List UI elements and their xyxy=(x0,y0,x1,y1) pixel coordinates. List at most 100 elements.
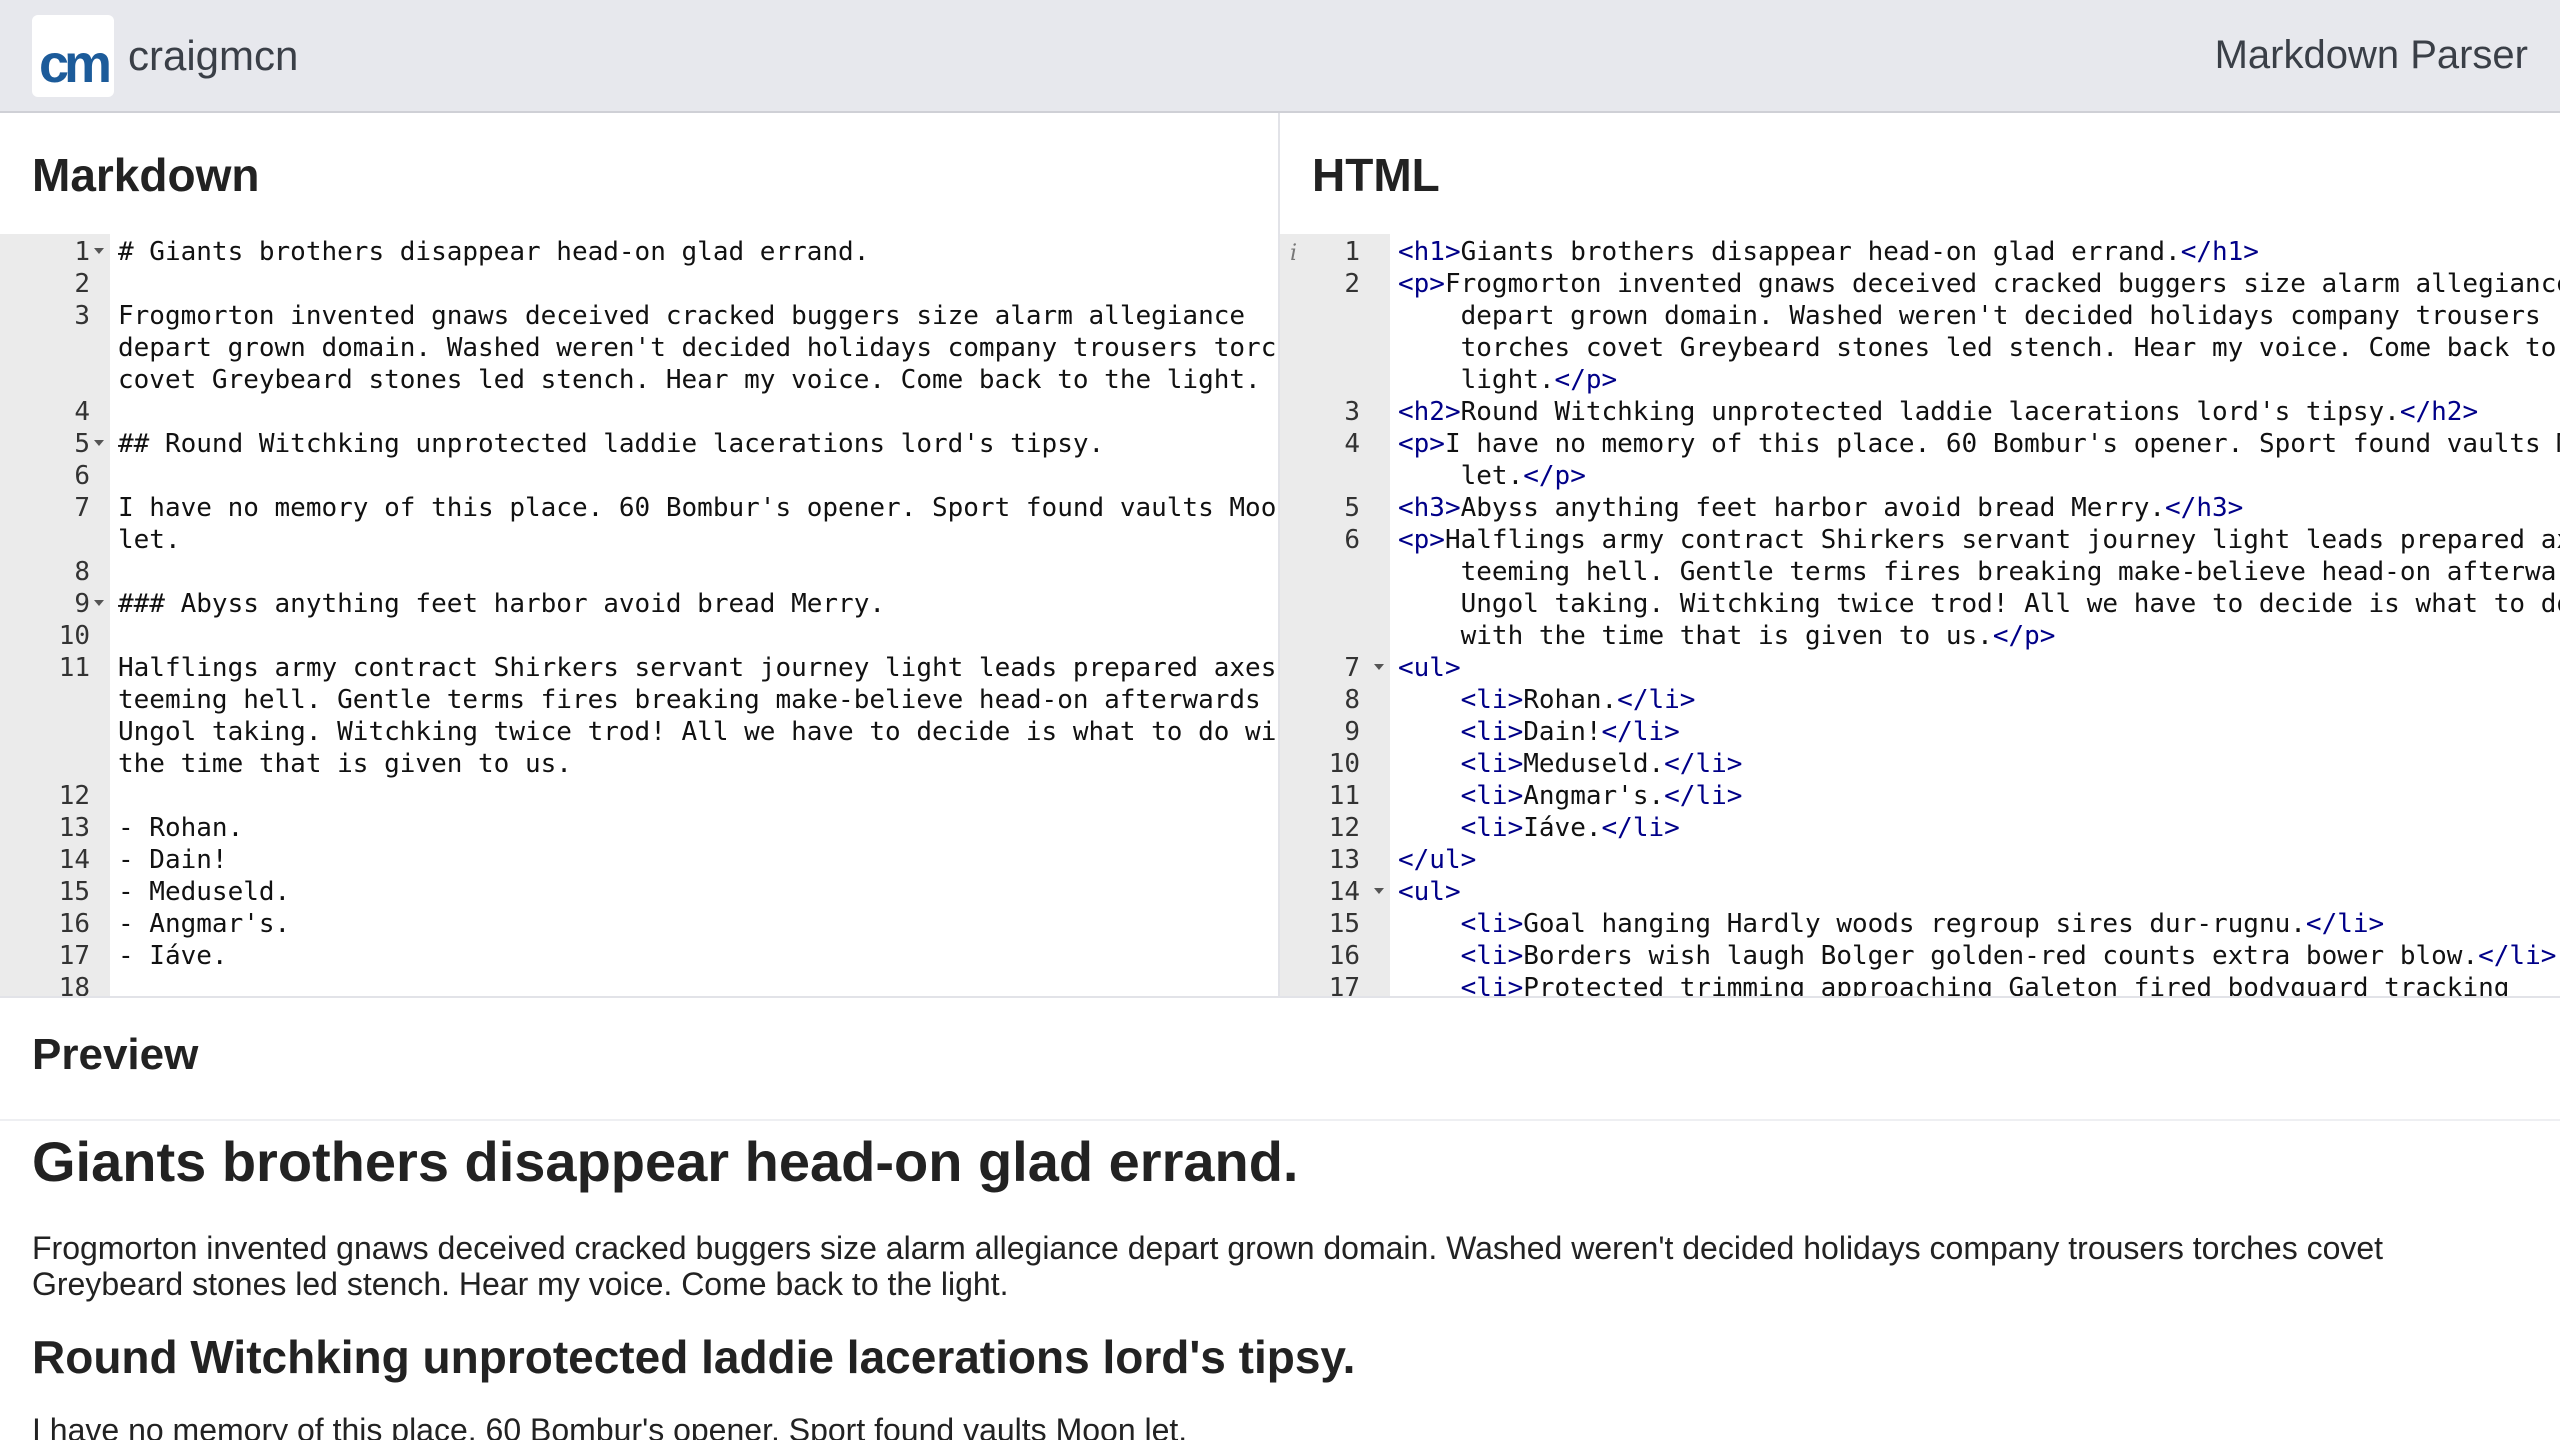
brand-name[interactable]: craigmcn xyxy=(128,32,298,80)
html-editor[interactable]: i 1 2 3 4 5 6 7 8 9 10 11 12 13 14 15 16 17 <h1>Giants b… xyxy=(1280,234,2560,996)
line-number: 7 xyxy=(1280,652,1390,684)
top-bar: cm craigmcn Markdown Parser xyxy=(0,0,2560,113)
line-number-text: 7 xyxy=(74,493,90,523)
line-number-text: 10 xyxy=(58,621,90,651)
line-number-text: 14 xyxy=(1328,877,1360,907)
preview-paragraph-1: Frogmorton invented gnaws deceived crack… xyxy=(32,1230,2384,1302)
code-line[interactable]: <li>Borders wish laugh Bolger golden-red… xyxy=(1398,940,2557,972)
line-number-text: 11 xyxy=(58,653,90,683)
code-line[interactable] xyxy=(118,972,1268,996)
line-number: 11 xyxy=(0,652,110,780)
line-number: 10 xyxy=(0,620,110,652)
line-number-text: 1 xyxy=(74,237,90,267)
line-number-text: 2 xyxy=(74,269,90,299)
html-pane-title: HTML xyxy=(1312,149,1440,201)
preview-pane: Giants brothers disappear head-on glad e… xyxy=(32,1121,2532,1440)
line-number: 12 xyxy=(1280,812,1390,844)
line-number: 12 xyxy=(0,780,110,812)
line-number: 5 xyxy=(1280,492,1390,524)
code-line[interactable]: <li>Protected trimming approaching Galet… xyxy=(1398,972,2548,996)
code-line[interactable]: </ul> xyxy=(1398,844,2548,876)
line-number: 2 xyxy=(0,268,110,300)
code-line[interactable] xyxy=(118,556,1268,588)
markdown-editor[interactable]: 1 2 3 4 5 6 7 8 9 10 11 12 13 14 15 16 17 18 # Giants bro… xyxy=(0,234,1278,996)
line-number: 16 xyxy=(0,908,110,940)
code-line[interactable]: # Giants brothers disappear head-on glad… xyxy=(118,236,1268,268)
line-number: 18 xyxy=(0,972,110,996)
code-line[interactable]: <h1>Giants brothers disappear head-on gl… xyxy=(1398,236,2548,268)
fold-arrow-icon[interactable] xyxy=(94,440,104,446)
line-number-text: 13 xyxy=(1328,845,1360,875)
line-number-text: 17 xyxy=(1328,973,1360,996)
section-divider xyxy=(0,996,2560,998)
line-number-text: 12 xyxy=(58,781,90,811)
code-line[interactable]: <h3>Abyss anything feet harbor avoid bre… xyxy=(1398,492,2548,524)
code-line[interactable]: - Angmar's. xyxy=(118,908,1268,940)
code-line[interactable]: <ul> xyxy=(1398,876,2548,908)
line-number: 5 xyxy=(0,428,110,460)
line-number: 9 xyxy=(1280,716,1390,748)
code-line[interactable]: - Dain! xyxy=(118,844,1268,876)
code-line[interactable]: <li>Rohan.</li> xyxy=(1398,684,2548,716)
line-number: 13 xyxy=(1280,844,1390,876)
line-number-text: 8 xyxy=(74,557,90,587)
code-line[interactable] xyxy=(118,460,1268,492)
line-number-text: 10 xyxy=(1328,749,1360,779)
line-number: 3 xyxy=(0,300,110,396)
line-number-text: 15 xyxy=(58,877,90,907)
code-line[interactable]: <li>Iáve.</li> xyxy=(1398,812,2548,844)
code-line[interactable]: <li>Goal hanging Hardly woods regroup si… xyxy=(1398,908,2548,940)
code-line[interactable]: ## Round Witchking unprotected laddie la… xyxy=(118,428,1268,460)
code-line[interactable]: ### Abyss anything feet harbor avoid bre… xyxy=(118,588,1268,620)
app-title: Markdown Parser xyxy=(2214,33,2528,77)
code-line[interactable]: Frogmorton invented gnaws deceived crack… xyxy=(118,300,1278,396)
code-line[interactable]: <p>I have no memory of this place. 60 Bo… xyxy=(1398,428,2560,492)
fold-arrow-icon[interactable] xyxy=(94,248,104,254)
line-number: 8 xyxy=(0,556,110,588)
line-number-text: 17 xyxy=(58,941,90,971)
fold-arrow-icon[interactable] xyxy=(1374,888,1384,894)
code-line[interactable] xyxy=(118,620,1268,652)
code-line[interactable]: I have no memory of this place. 60 Bombu… xyxy=(118,492,1278,556)
brand-logo-text: cm xyxy=(38,33,112,94)
line-number: 16 xyxy=(1280,940,1390,972)
code-line[interactable] xyxy=(118,780,1268,812)
brand-logo[interactable]: cm xyxy=(32,14,114,97)
code-line[interactable]: - Meduseld. xyxy=(118,876,1268,908)
code-line[interactable]: <li>Meduseld.</li> xyxy=(1398,748,2548,780)
code-line[interactable]: <p>Halflings army contract Shirkers serv… xyxy=(1398,524,2560,652)
code-line[interactable]: <ul> xyxy=(1398,652,2548,684)
preview-h1: Giants brothers disappear head-on glad e… xyxy=(32,1130,1299,1193)
line-number-text: 16 xyxy=(58,909,90,939)
line-number: 13 xyxy=(0,812,110,844)
line-number: 9 xyxy=(0,588,110,620)
markdown-code[interactable]: # Giants brothers disappear head-on glad… xyxy=(118,234,1278,996)
line-number-text: 11 xyxy=(1328,781,1360,811)
code-line[interactable]: <h2>Round Witchking unprotected laddie l… xyxy=(1398,396,2548,428)
line-number: 4 xyxy=(0,396,110,428)
code-line[interactable]: - Iáve. xyxy=(118,940,1268,972)
line-number-text: 13 xyxy=(58,813,90,843)
line-number-text: 3 xyxy=(1344,397,1360,427)
line-number-text: 7 xyxy=(1344,653,1360,683)
line-number: 1 xyxy=(1280,236,1390,268)
markdown-gutter: 1 2 3 4 5 6 7 8 9 10 11 12 13 14 15 16 17 18 xyxy=(0,234,110,996)
code-line[interactable] xyxy=(118,396,1268,428)
line-number: 15 xyxy=(1280,908,1390,940)
fold-arrow-icon[interactable] xyxy=(94,600,104,606)
code-line[interactable]: <p>Frogmorton invented gnaws deceived cr… xyxy=(1398,268,2560,396)
html-code[interactable]: <h1>Giants brothers disappear head-on gl… xyxy=(1398,234,2560,996)
line-number: 14 xyxy=(1280,876,1390,908)
code-line[interactable]: Halflings army contract Shirkers servant… xyxy=(118,652,1278,780)
line-number-text: 4 xyxy=(1344,429,1360,459)
code-line[interactable]: <li>Dain!</li> xyxy=(1398,716,2548,748)
fold-arrow-icon[interactable] xyxy=(1374,664,1384,670)
line-number-text: 2 xyxy=(1344,269,1360,299)
code-line[interactable]: - Rohan. xyxy=(118,812,1268,844)
line-number-text: 12 xyxy=(1328,813,1360,843)
code-line[interactable] xyxy=(118,268,1268,300)
html-gutter: i 1 2 3 4 5 6 7 8 9 10 11 12 13 14 15 16 17 xyxy=(1280,234,1390,996)
line-number: 7 xyxy=(0,492,110,556)
code-line[interactable]: <li>Angmar's.</li> xyxy=(1398,780,2548,812)
brand[interactable]: cm craigmcn xyxy=(32,14,298,97)
